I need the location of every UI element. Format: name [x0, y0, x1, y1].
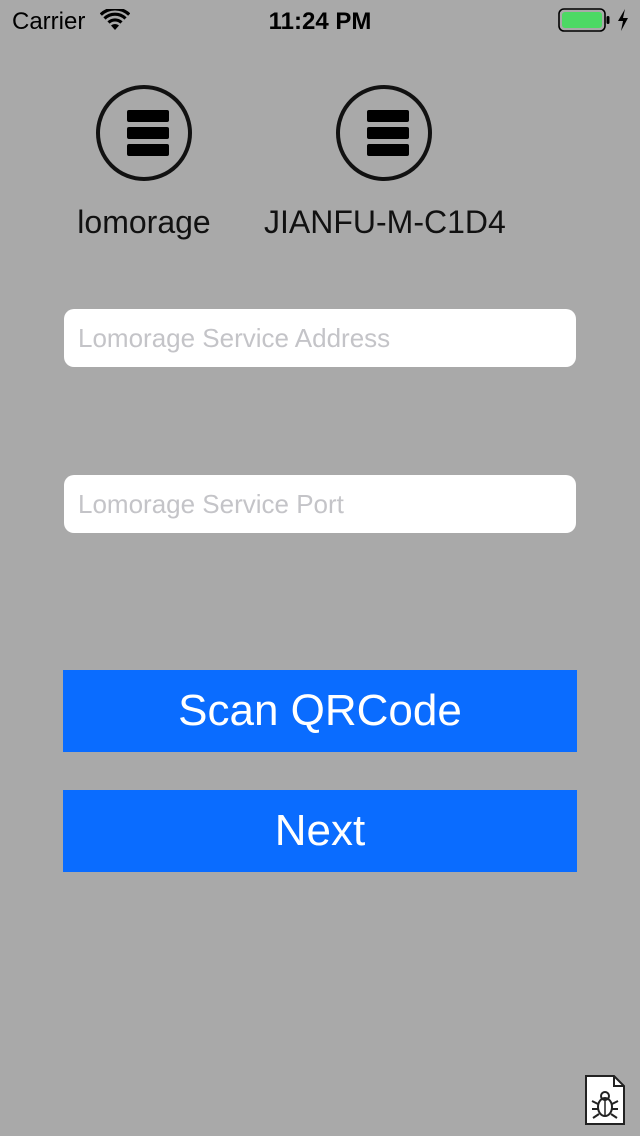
status-bar: Carrier 11:24 PM [0, 0, 640, 40]
server-item-jianfu[interactable]: JIANFU-M-C1D4 [264, 85, 506, 241]
server-stack-icon[interactable] [96, 85, 192, 181]
battery-icon [558, 8, 610, 37]
service-port-field[interactable] [64, 475, 576, 533]
service-port-input[interactable] [64, 475, 576, 533]
scan-qrcode-button[interactable]: Scan QRCode [63, 670, 577, 752]
service-address-input[interactable] [64, 309, 576, 367]
server-item-lomorage[interactable]: lomorage [54, 85, 234, 241]
server-name: lomorage [77, 204, 211, 240]
next-button[interactable]: Next [63, 790, 577, 872]
server-name: JIANFU-M-C1D4 [264, 204, 506, 240]
bug-report-icon[interactable] [584, 1074, 626, 1131]
service-address-field[interactable] [64, 309, 576, 367]
server-stack-icon[interactable] [336, 85, 432, 181]
status-time: 11:24 PM [268, 8, 372, 35]
charging-icon [616, 8, 630, 37]
